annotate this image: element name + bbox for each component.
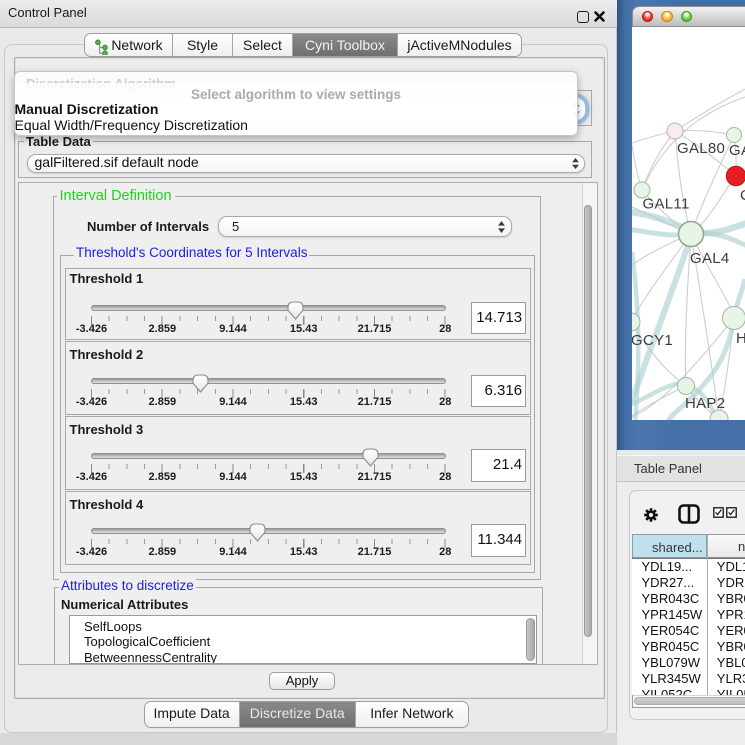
svg-text:GCY1: GCY1 bbox=[632, 332, 673, 349]
svg-text:GAL11: GAL11 bbox=[643, 196, 690, 213]
svg-text:GAL80: GAL80 bbox=[677, 140, 725, 157]
svg-text:C: C bbox=[740, 187, 745, 204]
svg-text:HAP2: HAP2 bbox=[685, 395, 725, 412]
svg-text:GAL4: GAL4 bbox=[690, 250, 730, 267]
svg-text:GA: GA bbox=[729, 142, 745, 159]
svg-text:H: H bbox=[736, 330, 745, 347]
